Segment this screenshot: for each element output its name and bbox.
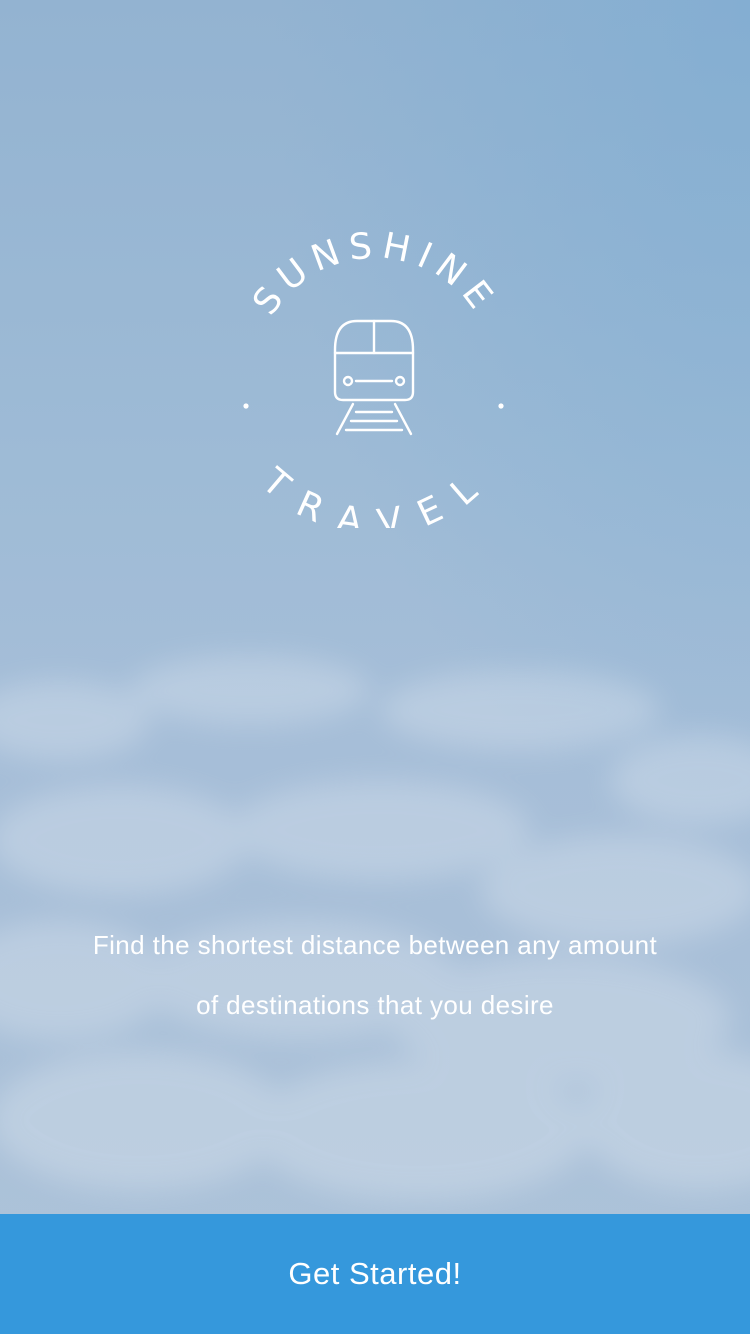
logo-badge: SUNSHINE TRAVEL xyxy=(243,228,505,528)
tagline-line-1: Find the shortest distance between any a… xyxy=(92,930,658,960)
brand-name-bottom: TRAVEL xyxy=(254,460,482,528)
svg-text:TRAVEL: TRAVEL xyxy=(254,460,496,528)
separator-dot-left xyxy=(243,403,249,409)
tagline-line-2: of destinations that you desire xyxy=(196,990,554,1020)
train-icon xyxy=(333,319,415,436)
svg-text:SUNSHINE: SUNSHINE xyxy=(245,228,505,323)
welcome-screen: SUNSHINE TRAVEL Find the shortest distan… xyxy=(0,0,750,1334)
brand-name-top: SUNSHINE xyxy=(245,228,497,323)
separator-dot-right xyxy=(498,403,504,409)
cloud-background xyxy=(0,655,750,1200)
get-started-button[interactable]: Get Started! xyxy=(0,1214,750,1334)
brand-logo: SUNSHINE TRAVEL xyxy=(225,228,525,528)
